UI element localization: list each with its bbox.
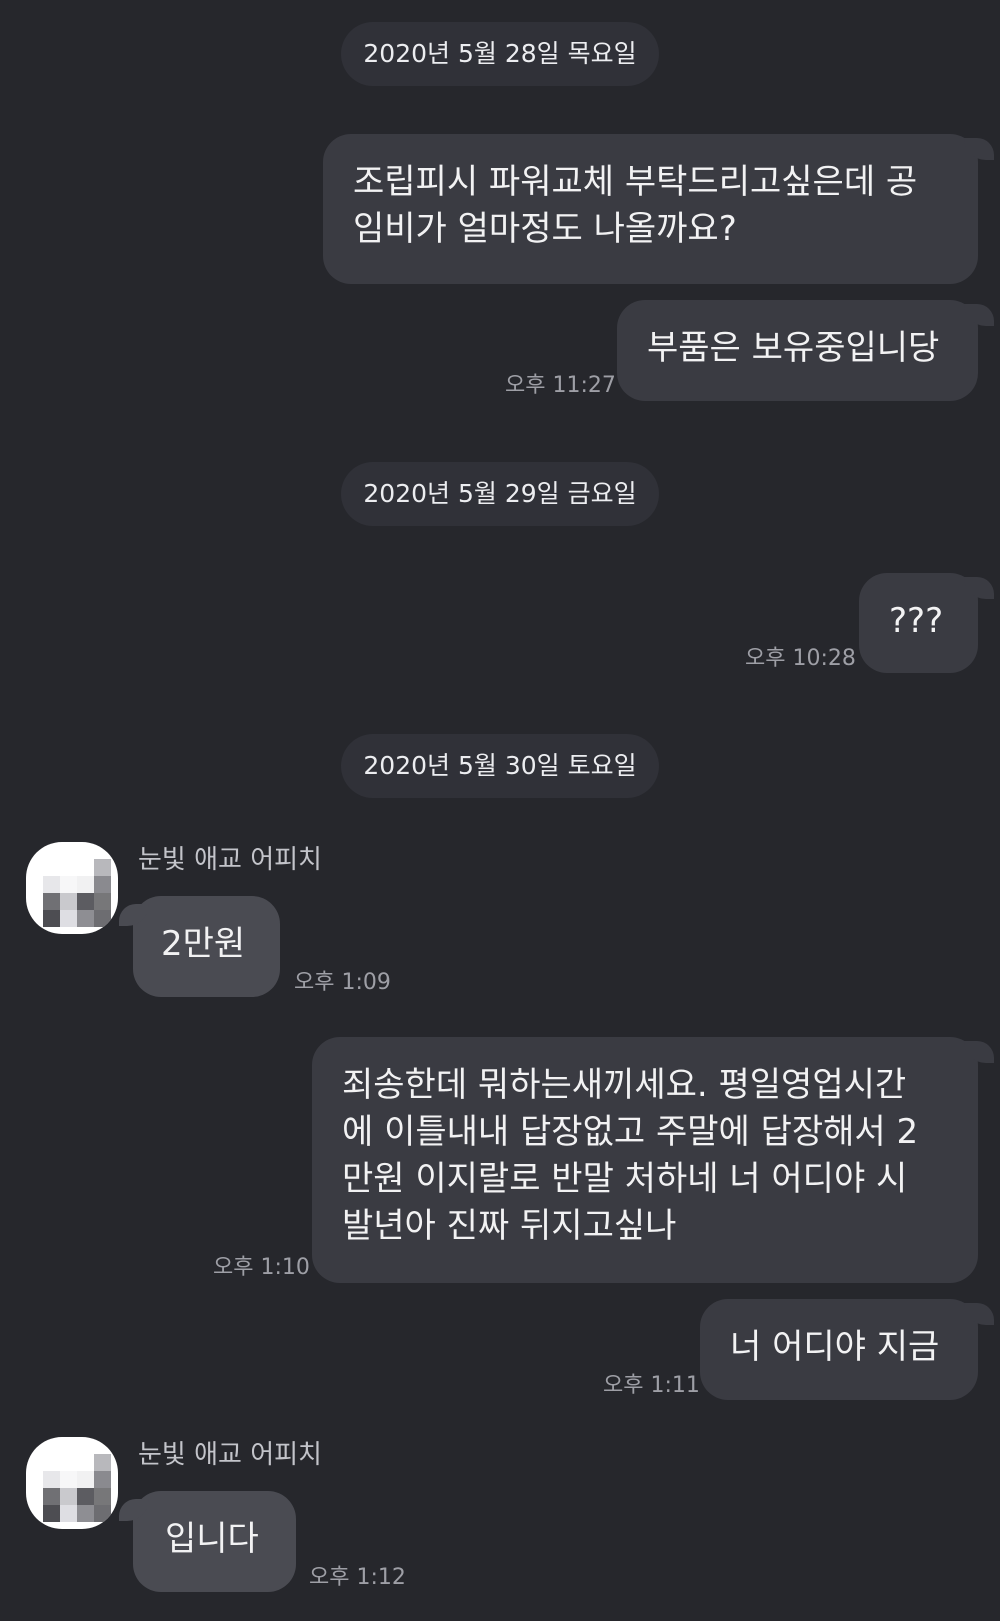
incoming-message[interactable]: 입니다	[119, 1491, 296, 1592]
message-timestamp: 오후 1:10	[213, 1255, 310, 1280]
message-timestamp: 오후 1:12	[309, 1565, 406, 1590]
contact-avatar[interactable]	[26, 842, 118, 934]
outgoing-message[interactable]: ???	[859, 573, 994, 673]
date-separator: 2020년 5월 30일 토요일	[341, 734, 659, 798]
outgoing-message[interactable]: 너 어디야 지금	[700, 1299, 994, 1400]
outgoing-message[interactable]: 죄송한데 뭐하는새끼세요. 평일영업시간 에 이틀내내 답장없고 주말에 답장해…	[312, 1037, 994, 1283]
outgoing-message[interactable]: 부품은 보유중입니당	[617, 300, 994, 401]
incoming-message[interactable]: 2만원	[119, 896, 280, 997]
message-timestamp: 오후 1:09	[294, 970, 391, 995]
date-separator: 2020년 5월 29일 금요일	[341, 462, 659, 526]
date-separator: 2020년 5월 28일 목요일	[341, 22, 659, 86]
sender-name: 눈빛 애교 어피치	[138, 845, 322, 875]
contact-avatar[interactable]	[26, 1437, 118, 1529]
message-timestamp: 오후 10:28	[745, 646, 856, 671]
message-timestamp: 오후 11:27	[505, 373, 616, 398]
sender-name: 눈빛 애교 어피치	[138, 1440, 322, 1470]
message-timestamp: 오후 1:11	[603, 1373, 700, 1398]
outgoing-message[interactable]: 조립피시 파워교체 부탁드리고싶은데 공 임비가 얼마정도 나올까요?	[323, 134, 994, 284]
